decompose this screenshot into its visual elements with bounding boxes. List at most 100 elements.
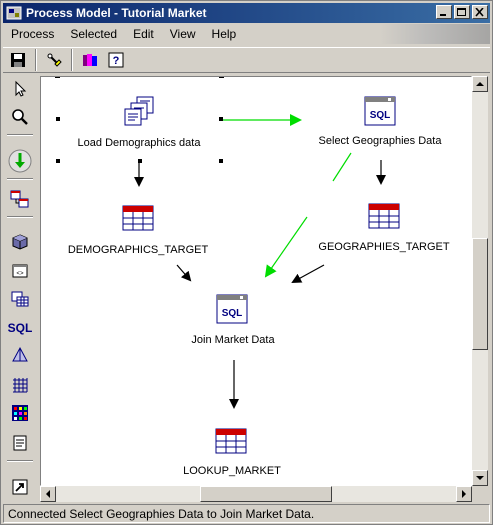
svg-text:SQL: SQL (222, 308, 243, 319)
toolbar-separator (71, 49, 73, 71)
color-grid-tool[interactable] (7, 400, 33, 426)
toolbar-separator (35, 49, 37, 71)
selection-handle[interactable] (56, 159, 60, 163)
app-icon (6, 6, 22, 20)
sql-tool[interactable]: SQL (7, 314, 33, 340)
program-icon: <> (12, 264, 28, 278)
data-tool[interactable] (7, 186, 33, 212)
node-geographies-target[interactable]: GEOGRAPHIES_TARGET (318, 241, 449, 253)
table-icon[interactable] (368, 203, 400, 229)
transformer-tool[interactable] (7, 342, 33, 368)
sql-icon: SQL (8, 321, 32, 335)
main-window: Process Model - Tutorial Market Process … (0, 0, 493, 525)
selection-handle[interactable] (138, 159, 142, 163)
menu-edit[interactable]: Edit (125, 27, 162, 41)
program-step-icon[interactable] (123, 95, 157, 129)
pointer-icon (15, 80, 27, 97)
vertical-scroll-thumb[interactable] (472, 238, 488, 350)
vertical-scrollbar[interactable] (472, 76, 488, 486)
selection-handle[interactable] (219, 117, 223, 121)
svg-text:?: ? (113, 55, 120, 67)
save-button[interactable] (7, 49, 29, 71)
arrow-right-icon (462, 490, 466, 498)
sql-step-icon[interactable]: SQL (216, 294, 248, 324)
selection-handle[interactable] (219, 159, 223, 163)
zoom-icon (12, 109, 28, 125)
tables-icon (11, 291, 29, 307)
title-bar[interactable]: Process Model - Tutorial Market (3, 3, 490, 23)
help-icon: ? (108, 52, 124, 68)
pointer-tool[interactable] (7, 76, 33, 102)
palette-separator (7, 216, 33, 218)
node-demographics-target[interactable]: DEMOGRAPHICS_TARGET (68, 244, 208, 256)
palette-separator (7, 134, 33, 136)
arrow-left-icon (46, 490, 50, 498)
program-tool[interactable]: <> (7, 258, 33, 284)
color-grid-icon (12, 405, 28, 421)
data-link[interactable] (176, 264, 192, 282)
note-icon (13, 435, 27, 451)
tool-palette: <> SQL (5, 76, 35, 501)
scroll-up-button[interactable] (472, 76, 488, 92)
warehouse-icon (83, 54, 97, 66)
data-link[interactable] (291, 264, 325, 283)
node-load-demographics[interactable]: Load Demographics data (78, 137, 201, 149)
grid-icon (13, 378, 28, 393)
horizontal-scroll-thumb[interactable] (200, 486, 332, 502)
svg-text:SQL: SQL (8, 321, 32, 335)
table-icon[interactable] (122, 205, 154, 231)
note-tool[interactable] (7, 430, 33, 456)
status-text: Connected Select Geographies Data to Joi… (8, 506, 315, 521)
task-flow-link[interactable] (332, 152, 352, 182)
table-icon[interactable] (215, 428, 247, 454)
scroll-right-button[interactable] (456, 486, 472, 502)
sql-step-icon[interactable]: SQL (364, 96, 396, 126)
cube-icon (12, 234, 28, 250)
highlight-button[interactable] (43, 49, 65, 71)
svg-text:SQL: SQL (370, 110, 391, 121)
horizontal-scrollbar[interactable] (40, 486, 472, 502)
palette-separator (7, 460, 33, 462)
task-flow-link[interactable] (264, 216, 308, 278)
help-button[interactable]: ? (105, 49, 127, 71)
data-icon (10, 190, 29, 208)
arrow-down-icon (476, 476, 484, 480)
transformer-icon (12, 346, 28, 362)
shortcut-tool[interactable] (7, 474, 33, 500)
close-icon (475, 8, 484, 17)
grid-tool[interactable] (7, 372, 33, 398)
scrollbar-corner (472, 486, 488, 502)
arrow-up-icon (476, 82, 484, 86)
palette-separator (7, 178, 33, 180)
cube-tool[interactable] (7, 229, 33, 255)
maximize-icon (457, 8, 466, 16)
svg-text:<>: <> (16, 270, 24, 277)
node-select-geographies[interactable]: Select Geographies Data (319, 135, 442, 147)
node-lookup-market[interactable]: LOOKUP_MARKET (183, 465, 281, 477)
menu-view[interactable]: View (162, 27, 204, 41)
selection-handle[interactable] (56, 117, 60, 121)
scroll-left-button[interactable] (40, 486, 56, 502)
status-bar: Connected Select Geographies Data to Joi… (3, 504, 490, 523)
close-button[interactable] (472, 5, 488, 19)
task-flow-icon (8, 149, 32, 173)
node-join-market[interactable]: Join Market Data (191, 334, 274, 346)
menu-bar: Process Selected Edit View Help (3, 24, 490, 44)
window-title: Process Model - Tutorial Market (26, 6, 207, 20)
warehouse-button[interactable] (79, 49, 101, 71)
task-flow-tool[interactable] (7, 148, 33, 174)
highlight-icon (47, 53, 62, 67)
save-icon (11, 53, 25, 67)
menu-selected[interactable]: Selected (62, 27, 125, 41)
menu-decoration (380, 24, 490, 44)
zoom-tool[interactable] (7, 104, 33, 130)
maximize-button[interactable] (454, 5, 470, 19)
tables-tool[interactable] (7, 286, 33, 312)
scroll-down-button[interactable] (472, 470, 488, 486)
minimize-button[interactable] (436, 5, 452, 19)
process-canvas[interactable]: Load Demographics data SQL Select Geogra… (40, 76, 472, 486)
menu-help[interactable]: Help (204, 27, 245, 41)
menu-process[interactable]: Process (3, 27, 62, 41)
shortcut-icon (12, 479, 28, 495)
minimize-icon (440, 14, 446, 16)
